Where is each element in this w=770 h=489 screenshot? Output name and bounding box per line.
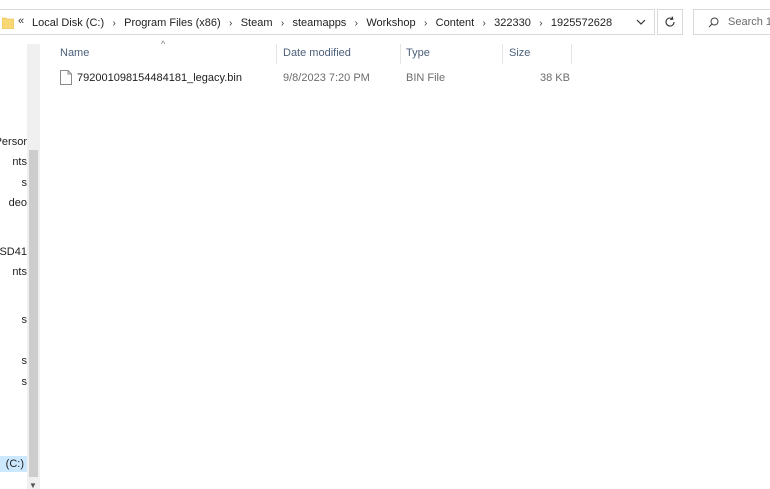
file-list: ^ Name Date modified Type Size 792001098… [40,39,770,489]
nav-item[interactable]: SD41 [0,246,27,258]
file-row[interactable]: 792001098154484181_legacy.bin 9/8/2023 7… [56,70,576,88]
search-placeholder: Search 19 [728,16,770,28]
scroll-down-icon[interactable]: ▼ [29,481,37,489]
chevron-down-icon[interactable] [634,15,648,29]
chevron-right-icon[interactable]: › [273,18,293,29]
breadcrumb-item[interactable]: 322330 [494,17,531,29]
breadcrumb-item[interactable]: Program Files (x86) [124,17,221,29]
nav-item[interactable]: nts [12,266,27,278]
nav-scrollbar-thumb[interactable] [29,150,38,477]
breadcrumb-item[interactable]: steamapps [293,17,347,29]
refresh-icon [665,16,675,27]
chevron-right-icon[interactable]: › [531,18,551,29]
column-header-type[interactable]: Type [406,47,430,65]
search-input[interactable]: Search 19 [693,9,770,35]
breadcrumb-item[interactable]: Local Disk (C:) [32,17,104,29]
column-divider[interactable] [502,44,503,64]
chevron-right-icon[interactable]: › [104,18,124,29]
breadcrumb-item[interactable]: Content [436,17,475,29]
breadcrumb-item[interactable]: Workshop [366,17,415,29]
breadcrumb-item[interactable]: Steam [241,17,273,29]
column-header-size[interactable]: Size [509,47,530,65]
column-header-date-modified[interactable]: Date modified [283,47,351,65]
folder-icon [1,16,15,30]
search-icon [708,17,719,28]
chevron-right-icon[interactable]: › [416,18,436,29]
sort-ascending-icon: ^ [161,39,166,49]
chevron-right-icon[interactable]: › [474,18,494,29]
nav-item-local-disk[interactable]: (C:) [0,456,27,472]
address-bar[interactable]: « Local Disk (C:) › Program Files (x86) … [0,9,655,35]
column-divider[interactable] [400,44,401,64]
chevron-right-icon[interactable]: › [221,18,241,29]
column-header-name[interactable]: Name [60,47,89,65]
file-date-modified: 9/8/2023 7:20 PM [283,72,370,84]
column-divider[interactable] [571,44,572,64]
file-size: 38 KB [540,72,570,84]
navigation-pane: Persor nts s deo SD41 nts s s s (C:) ▼ [0,44,40,489]
file-name: 792001098154484181_legacy.bin [77,72,242,84]
address-bar-row: « Local Disk (C:) › Program Files (x86) … [0,0,770,44]
file-type: BIN File [406,72,446,84]
nav-item[interactable]: deo [9,197,27,209]
breadcrumb: Local Disk (C:) › Program Files (x86) › … [32,16,612,30]
overflow-chevron-icon[interactable]: « [18,15,24,27]
chevron-right-icon[interactable]: › [346,18,366,29]
breadcrumb-item[interactable]: 1925572628 [551,17,612,29]
file-icon [60,70,72,88]
nav-item[interactable]: nts [12,156,27,168]
column-divider[interactable] [276,44,277,64]
nav-item[interactable]: Persor [0,136,27,148]
refresh-button[interactable] [657,9,683,35]
